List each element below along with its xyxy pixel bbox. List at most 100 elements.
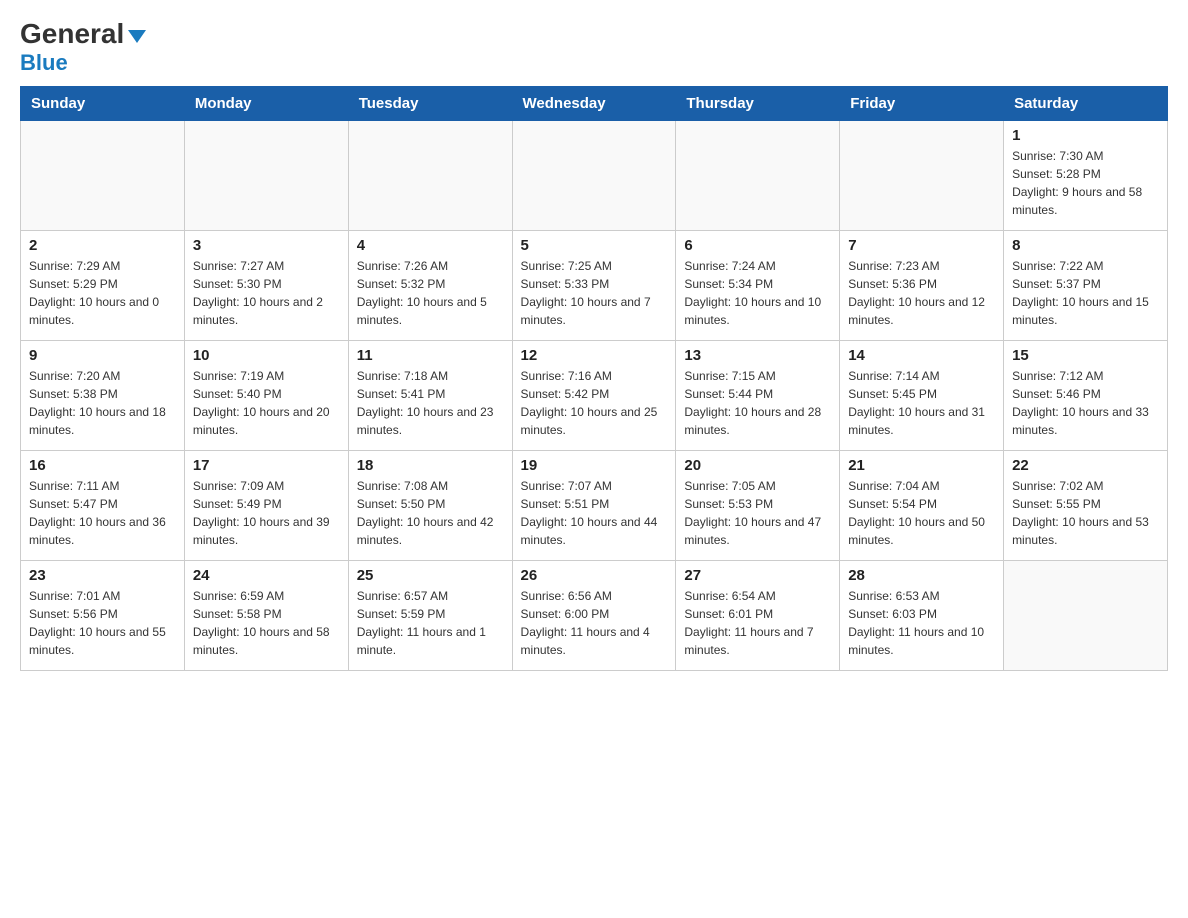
weekday-header-friday: Friday bbox=[840, 87, 1004, 121]
calendar-header-row: SundayMondayTuesdayWednesdayThursdayFrid… bbox=[21, 87, 1168, 121]
day-number: 15 bbox=[1012, 347, 1159, 364]
day-info: Sunrise: 7:24 AM Sunset: 5:34 PM Dayligh… bbox=[684, 257, 831, 329]
day-info: Sunrise: 7:08 AM Sunset: 5:50 PM Dayligh… bbox=[357, 477, 504, 549]
day-number: 28 bbox=[848, 567, 995, 584]
day-number: 13 bbox=[684, 347, 831, 364]
calendar-cell: 10 Sunrise: 7:19 AM Sunset: 5:40 PM Dayli… bbox=[184, 341, 348, 451]
day-info: Sunrise: 7:04 AM Sunset: 5:54 PM Dayligh… bbox=[848, 477, 995, 549]
calendar-table: SundayMondayTuesdayWednesdayThursdayFrid… bbox=[20, 86, 1168, 671]
page-header: General Blue bbox=[20, 20, 1168, 76]
day-info: Sunrise: 7:12 AM Sunset: 5:46 PM Dayligh… bbox=[1012, 367, 1159, 439]
calendar-cell: 20 Sunrise: 7:05 AM Sunset: 5:53 PM Dayli… bbox=[676, 451, 840, 561]
day-info: Sunrise: 7:05 AM Sunset: 5:53 PM Dayligh… bbox=[684, 477, 831, 549]
day-number: 14 bbox=[848, 347, 995, 364]
day-info: Sunrise: 7:18 AM Sunset: 5:41 PM Dayligh… bbox=[357, 367, 504, 439]
calendar-cell bbox=[1004, 561, 1168, 671]
day-info: Sunrise: 7:15 AM Sunset: 5:44 PM Dayligh… bbox=[684, 367, 831, 439]
day-info: Sunrise: 7:09 AM Sunset: 5:49 PM Dayligh… bbox=[193, 477, 340, 549]
calendar-cell: 23 Sunrise: 7:01 AM Sunset: 5:56 PM Dayli… bbox=[21, 561, 185, 671]
day-info: Sunrise: 7:23 AM Sunset: 5:36 PM Dayligh… bbox=[848, 257, 995, 329]
calendar-week-3: 9 Sunrise: 7:20 AM Sunset: 5:38 PM Daylig… bbox=[21, 341, 1168, 451]
day-info: Sunrise: 6:59 AM Sunset: 5:58 PM Dayligh… bbox=[193, 587, 340, 659]
calendar-week-2: 2 Sunrise: 7:29 AM Sunset: 5:29 PM Daylig… bbox=[21, 231, 1168, 341]
day-info: Sunrise: 7:30 AM Sunset: 5:28 PM Dayligh… bbox=[1012, 147, 1159, 219]
calendar-cell: 19 Sunrise: 7:07 AM Sunset: 5:51 PM Dayli… bbox=[512, 451, 676, 561]
calendar-cell: 12 Sunrise: 7:16 AM Sunset: 5:42 PM Dayli… bbox=[512, 341, 676, 451]
day-number: 7 bbox=[848, 237, 995, 254]
weekday-header-wednesday: Wednesday bbox=[512, 87, 676, 121]
calendar-cell: 18 Sunrise: 7:08 AM Sunset: 5:50 PM Dayli… bbox=[348, 451, 512, 561]
calendar-cell bbox=[21, 121, 185, 231]
day-number: 19 bbox=[521, 457, 668, 474]
weekday-header-monday: Monday bbox=[184, 87, 348, 121]
calendar-cell: 8Sunrise: 7:22 AM Sunset: 5:37 PM Daylig… bbox=[1004, 231, 1168, 341]
calendar-cell: 24 Sunrise: 6:59 AM Sunset: 5:58 PM Dayli… bbox=[184, 561, 348, 671]
day-number: 22 bbox=[1012, 457, 1159, 474]
weekday-header-sunday: Sunday bbox=[21, 87, 185, 121]
calendar-cell bbox=[676, 121, 840, 231]
day-number: 6 bbox=[684, 237, 831, 254]
day-number: 23 bbox=[29, 567, 176, 584]
calendar-cell: 26 Sunrise: 6:56 AM Sunset: 6:00 PM Dayli… bbox=[512, 561, 676, 671]
day-number: 2 bbox=[29, 237, 176, 254]
weekday-header-thursday: Thursday bbox=[676, 87, 840, 121]
day-info: Sunrise: 6:56 AM Sunset: 6:00 PM Dayligh… bbox=[521, 587, 668, 659]
calendar-week-1: 1 Sunrise: 7:30 AM Sunset: 5:28 PM Daylig… bbox=[21, 121, 1168, 231]
calendar-cell: 6 Sunrise: 7:24 AM Sunset: 5:34 PM Daylig… bbox=[676, 231, 840, 341]
calendar-cell: 21 Sunrise: 7:04 AM Sunset: 5:54 PM Dayli… bbox=[840, 451, 1004, 561]
day-number: 27 bbox=[684, 567, 831, 584]
calendar-cell bbox=[184, 121, 348, 231]
calendar-cell: 15 Sunrise: 7:12 AM Sunset: 5:46 PM Dayli… bbox=[1004, 341, 1168, 451]
calendar-cell: 4 Sunrise: 7:26 AM Sunset: 5:32 PM Daylig… bbox=[348, 231, 512, 341]
day-number: 26 bbox=[521, 567, 668, 584]
calendar-cell: 13 Sunrise: 7:15 AM Sunset: 5:44 PM Dayli… bbox=[676, 341, 840, 451]
day-number: 20 bbox=[684, 457, 831, 474]
calendar-cell: 9 Sunrise: 7:20 AM Sunset: 5:38 PM Daylig… bbox=[21, 341, 185, 451]
day-number: 16 bbox=[29, 457, 176, 474]
calendar-cell: 14Sunrise: 7:14 AM Sunset: 5:45 PM Dayli… bbox=[840, 341, 1004, 451]
day-number: 12 bbox=[521, 347, 668, 364]
day-info: Sunrise: 7:16 AM Sunset: 5:42 PM Dayligh… bbox=[521, 367, 668, 439]
day-info: Sunrise: 7:22 AM Sunset: 5:37 PM Dayligh… bbox=[1012, 257, 1159, 329]
logo-general-text: General bbox=[20, 20, 124, 48]
day-number: 10 bbox=[193, 347, 340, 364]
calendar-cell: 16 Sunrise: 7:11 AM Sunset: 5:47 PM Dayli… bbox=[21, 451, 185, 561]
calendar-cell: 1 Sunrise: 7:30 AM Sunset: 5:28 PM Daylig… bbox=[1004, 121, 1168, 231]
calendar-cell: 22 Sunrise: 7:02 AM Sunset: 5:55 PM Dayli… bbox=[1004, 451, 1168, 561]
calendar-week-5: 23 Sunrise: 7:01 AM Sunset: 5:56 PM Dayli… bbox=[21, 561, 1168, 671]
day-number: 4 bbox=[357, 237, 504, 254]
day-info: Sunrise: 6:54 AM Sunset: 6:01 PM Dayligh… bbox=[684, 587, 831, 659]
day-info: Sunrise: 7:29 AM Sunset: 5:29 PM Dayligh… bbox=[29, 257, 176, 329]
day-number: 25 bbox=[357, 567, 504, 584]
day-info: Sunrise: 7:27 AM Sunset: 5:30 PM Dayligh… bbox=[193, 257, 340, 329]
calendar-cell: 27 Sunrise: 6:54 AM Sunset: 6:01 PM Dayli… bbox=[676, 561, 840, 671]
day-number: 1 bbox=[1012, 127, 1159, 144]
calendar-cell: 17Sunrise: 7:09 AM Sunset: 5:49 PM Dayli… bbox=[184, 451, 348, 561]
day-info: Sunrise: 6:57 AM Sunset: 5:59 PM Dayligh… bbox=[357, 587, 504, 659]
day-info: Sunrise: 7:25 AM Sunset: 5:33 PM Dayligh… bbox=[521, 257, 668, 329]
day-number: 21 bbox=[848, 457, 995, 474]
day-number: 9 bbox=[29, 347, 176, 364]
day-number: 24 bbox=[193, 567, 340, 584]
calendar-cell bbox=[840, 121, 1004, 231]
calendar-cell: 5 Sunrise: 7:25 AM Sunset: 5:33 PM Daylig… bbox=[512, 231, 676, 341]
day-info: Sunrise: 7:26 AM Sunset: 5:32 PM Dayligh… bbox=[357, 257, 504, 329]
calendar-week-4: 16 Sunrise: 7:11 AM Sunset: 5:47 PM Dayli… bbox=[21, 451, 1168, 561]
day-info: Sunrise: 7:01 AM Sunset: 5:56 PM Dayligh… bbox=[29, 587, 176, 659]
day-number: 3 bbox=[193, 237, 340, 254]
day-info: Sunrise: 7:02 AM Sunset: 5:55 PM Dayligh… bbox=[1012, 477, 1159, 549]
day-number: 5 bbox=[521, 237, 668, 254]
day-info: Sunrise: 6:53 AM Sunset: 6:03 PM Dayligh… bbox=[848, 587, 995, 659]
calendar-cell: 3 Sunrise: 7:27 AM Sunset: 5:30 PM Daylig… bbox=[184, 231, 348, 341]
day-info: Sunrise: 7:07 AM Sunset: 5:51 PM Dayligh… bbox=[521, 477, 668, 549]
day-info: Sunrise: 7:19 AM Sunset: 5:40 PM Dayligh… bbox=[193, 367, 340, 439]
day-number: 18 bbox=[357, 457, 504, 474]
calendar-cell bbox=[348, 121, 512, 231]
logo: General Blue bbox=[20, 20, 146, 76]
logo-blue-text: Blue bbox=[20, 50, 68, 76]
day-info: Sunrise: 7:20 AM Sunset: 5:38 PM Dayligh… bbox=[29, 367, 176, 439]
calendar-cell: 25 Sunrise: 6:57 AM Sunset: 5:59 PM Dayli… bbox=[348, 561, 512, 671]
calendar-cell: 11Sunrise: 7:18 AM Sunset: 5:41 PM Dayli… bbox=[348, 341, 512, 451]
day-info: Sunrise: 7:11 AM Sunset: 5:47 PM Dayligh… bbox=[29, 477, 176, 549]
calendar-cell: 28 Sunrise: 6:53 AM Sunset: 6:03 PM Dayli… bbox=[840, 561, 1004, 671]
